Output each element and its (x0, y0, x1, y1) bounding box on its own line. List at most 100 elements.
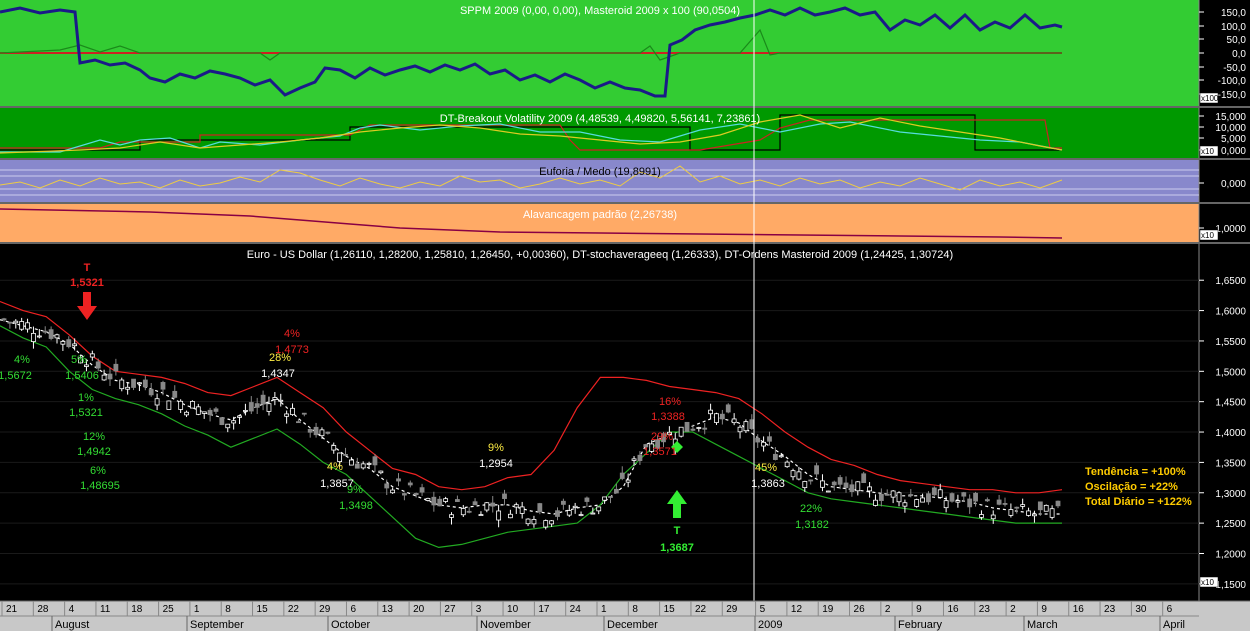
breakout-tick-label: 15,000 (1215, 112, 1246, 123)
candle-body (772, 453, 778, 460)
candle-body (313, 426, 319, 436)
candle-body (967, 498, 973, 508)
candle-body (973, 492, 978, 502)
candle-body (254, 403, 260, 408)
sppm-tick-label: -150,0 (1218, 90, 1247, 101)
candle-body (961, 492, 967, 497)
sppm-title: SPPM 2009 (0,00, 0,00), Masteroid 2009 x… (460, 5, 740, 17)
candle-body (749, 419, 755, 429)
x-day-label: 22 (695, 604, 707, 615)
candle-body (878, 493, 884, 501)
candle-body (225, 423, 231, 429)
candle-body (296, 421, 301, 424)
euforia-tick-label: 0,000 (1221, 179, 1246, 190)
trade-label: 12% (83, 431, 105, 443)
x-day-label: 2 (1010, 604, 1016, 615)
candle-body (343, 454, 348, 456)
candle-body (54, 334, 60, 339)
t-sell-letter: T (84, 262, 91, 274)
candle-body (519, 506, 525, 514)
x-day-label: 29 (726, 604, 738, 615)
price-title: Euro - US Dollar (1,26110, 1,28200, 1,25… (247, 249, 953, 261)
candle-body (1002, 503, 1008, 505)
candle-body (714, 413, 719, 423)
candle-body (1055, 500, 1061, 507)
stats-line: Oscilação = +22% (1085, 481, 1178, 493)
candle-body (42, 330, 48, 333)
candle-body (825, 490, 831, 493)
candle-body (1032, 513, 1037, 517)
trade-label: 1,3498 (339, 500, 373, 512)
trade-label: 45% (755, 462, 777, 474)
candle-body (201, 411, 207, 414)
candle-body (502, 493, 507, 499)
candle-body (572, 505, 578, 508)
candle-body (678, 426, 684, 437)
t-buy-price: 1,3687 (660, 542, 694, 554)
x-day-label: 11 (100, 604, 111, 615)
candle-body (755, 437, 761, 443)
candle-body (602, 496, 608, 501)
x-day-label: 5 (760, 604, 766, 615)
candle-body (349, 459, 354, 466)
sppm-tick-label: 0,0 (1232, 49, 1246, 60)
x-day-label: 22 (288, 604, 300, 615)
candle-body (366, 463, 372, 465)
candle-body (243, 410, 248, 412)
candle-body (490, 502, 496, 507)
trade-label: 5% (71, 354, 87, 366)
candle-body (7, 321, 13, 324)
candle-body (855, 481, 861, 492)
candle-body (113, 363, 119, 372)
candle-body (708, 409, 713, 415)
candle-body (378, 470, 384, 474)
candle-body (625, 479, 631, 483)
x-day-label: 6 (350, 604, 356, 615)
candle-body (184, 411, 189, 416)
trade-label: 1,4942 (77, 446, 111, 458)
stats-line: Total Diário = +122% (1085, 496, 1192, 508)
x-day-label: 1 (601, 604, 607, 615)
candle-body (266, 403, 272, 412)
candle-body (48, 329, 54, 339)
candle-body (926, 493, 931, 503)
candle-body (990, 514, 996, 520)
candle-body (472, 501, 478, 506)
x-day-label: 27 (444, 604, 456, 615)
trade-label: 1,5406 (65, 370, 99, 382)
candle-body (72, 343, 78, 347)
x-month-label: February (898, 619, 943, 631)
candle-body (943, 500, 949, 509)
x-day-label: 15 (257, 604, 269, 615)
candle-body (543, 520, 549, 528)
candle-body (160, 382, 166, 390)
x-day-label: 26 (854, 604, 866, 615)
alavancagem-tick-label: 1,0000 (1215, 224, 1246, 235)
candle-body (119, 379, 125, 390)
x-day-label: 21 (6, 604, 18, 615)
candle-body (1026, 510, 1031, 516)
candle-body (407, 482, 413, 486)
candle-body (831, 481, 837, 486)
t-buy-letter: T (674, 525, 681, 537)
candle-body (531, 519, 537, 525)
candle-body (190, 401, 195, 409)
candle-body (820, 480, 825, 488)
candle-body (207, 409, 213, 416)
breakout-tick-label: 0,000 (1221, 146, 1246, 157)
candle-body (331, 445, 337, 451)
sppm-tick-label: -100,0 (1218, 76, 1247, 87)
x-day-label: 20 (413, 604, 425, 615)
x-day-label: 8 (225, 604, 231, 615)
x-day-label: 6 (1167, 604, 1173, 615)
candle-body (301, 412, 307, 415)
candle-body (360, 463, 366, 469)
candle-body (125, 386, 131, 390)
candle-body (272, 397, 278, 400)
candle-body (25, 322, 30, 330)
candle-body (431, 496, 437, 506)
chart-canvas: SPPM 2009 (0,00, 0,00), Masteroid 2009 x… (0, 0, 1250, 631)
candle-body (166, 400, 172, 410)
candle-body (154, 398, 160, 406)
candle-body (955, 500, 961, 503)
